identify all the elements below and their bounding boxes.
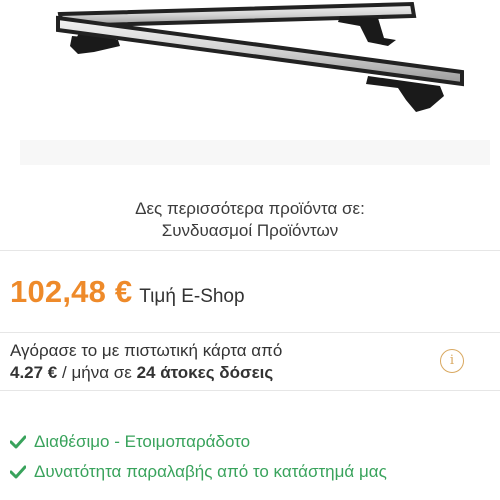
credit-installments: Αγόρασε το με πιστωτική κάρτα από 4.27 €… — [10, 340, 430, 384]
product-image — [20, 1, 490, 165]
divider — [0, 250, 500, 251]
price-value: 102,48 € — [10, 274, 133, 309]
product-combos-link[interactable]: Συνδυασμοί Προϊόντων — [0, 220, 500, 242]
availability-text: Διαθέσιμο - Ετοιμοπαράδοτο — [34, 432, 251, 451]
price-label: Τιμή E-Shop — [139, 286, 245, 307]
credit-line1: Αγόρασε το με πιστωτική κάρτα από — [10, 341, 283, 360]
price-row: 102,48 € Τιμή E-Shop — [10, 274, 245, 314]
check-icon — [10, 435, 26, 449]
availability-item-in-stock: Διαθέσιμο - Ετοιμοπαράδοτο — [10, 432, 250, 452]
availability-text: Δυνατότητα παραλαβής από το κατάστημά μα… — [34, 462, 387, 481]
divider — [0, 332, 500, 333]
divider — [0, 390, 500, 391]
info-icon[interactable]: i — [440, 349, 464, 373]
check-icon — [10, 465, 26, 479]
see-more-prefix: Δες περισσότερα προϊόντα σε: — [135, 199, 365, 218]
credit-installments-count: 24 άτοκες δόσεις — [136, 363, 274, 382]
availability-item-store-pickup: Δυνατότητα παραλαβής από το κατάστημά μα… — [10, 462, 387, 482]
credit-per-month: / μήνα σε — [62, 363, 132, 382]
credit-amount: 4.27 € — [10, 363, 58, 382]
see-more-section: Δες περισσότερα προϊόντα σε: Συνδυασμοί … — [0, 198, 500, 242]
